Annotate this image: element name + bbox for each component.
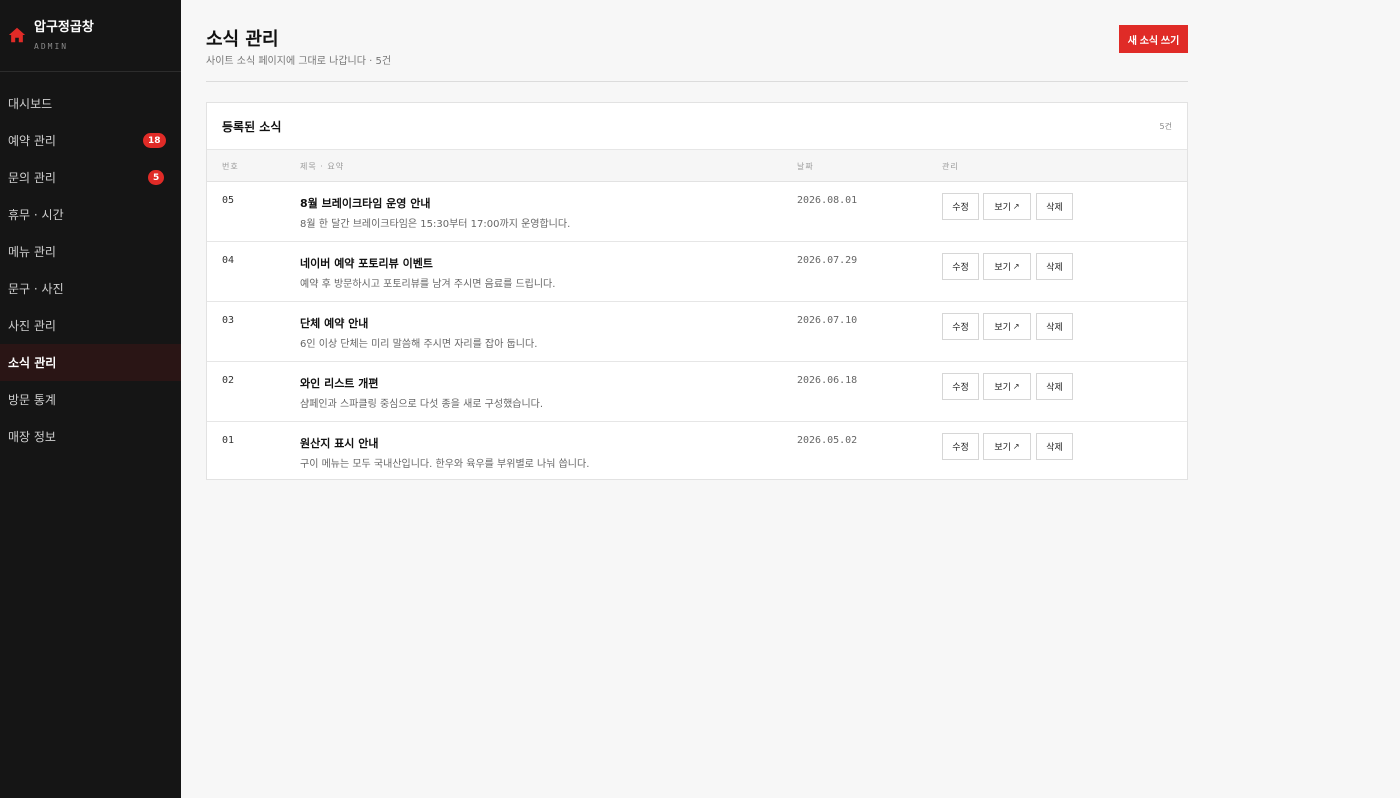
row-date: 2026.07.10 xyxy=(797,315,858,326)
sidebar: 압구정곱창 ADMIN 대시보드 예약 관리 18 문의 관리 5 휴무 · 시… xyxy=(0,0,181,798)
sidebar-item-stats[interactable]: 방문 통계 xyxy=(0,381,181,418)
sidebar-item-label: 휴무 · 시간 xyxy=(8,208,64,222)
delete-button[interactable]: 삭제 xyxy=(1036,193,1073,220)
sidebar-item-label: 문구 · 사진 xyxy=(8,282,64,296)
view-button[interactable]: 보기 ↗ xyxy=(983,253,1031,280)
count-badge: 18 xyxy=(143,133,166,148)
table-row: 05 8월 브레이크타임 운영 안내 8월 한 달간 브레이크타임은 15:30… xyxy=(207,182,1187,242)
external-link-icon: ↗ xyxy=(1012,262,1020,271)
brand[interactable]: 압구정곱창 ADMIN xyxy=(0,0,181,72)
row-summary: 6인 이상 단체는 미리 말씀해 주시면 자리를 잡아 둡니다. xyxy=(300,339,538,350)
column-header-num: 번호 xyxy=(222,162,239,171)
view-button[interactable]: 보기 ↗ xyxy=(983,193,1031,220)
sidebar-item-label: 메뉴 관리 xyxy=(8,245,56,259)
row-summary: 예약 후 방문하시고 포토리뷰를 남겨 주시면 음료를 드립니다. xyxy=(300,279,556,290)
count-badge: 5 xyxy=(148,170,165,185)
delete-button[interactable]: 삭제 xyxy=(1036,313,1073,340)
view-label: 보기 xyxy=(994,322,1011,332)
table-header: 번호 제목 · 요약 날짜 관리 xyxy=(207,150,1187,182)
row-date: 2026.08.01 xyxy=(797,195,858,206)
page-title: 소식 관리 xyxy=(206,29,279,50)
page-subtitle: 사이트 소식 페이지에 그대로 나갑니다 · 5건 xyxy=(206,56,392,67)
sidebar-item-reservations[interactable]: 예약 관리 18 xyxy=(0,122,181,159)
edit-button[interactable]: 수정 xyxy=(942,313,979,340)
sidebar-nav: 대시보드 예약 관리 18 문의 관리 5 휴무 · 시간 메뉴 관리 문구 ·… xyxy=(0,72,181,455)
sidebar-item-label: 대시보드 xyxy=(8,97,53,111)
row-summary: 샴페인과 스파클링 중심으로 다섯 종을 새로 구성했습니다. xyxy=(300,399,544,410)
view-button[interactable]: 보기 ↗ xyxy=(983,373,1031,400)
sidebar-item-menu[interactable]: 메뉴 관리 xyxy=(0,233,181,270)
sidebar-item-photos[interactable]: 사진 관리 xyxy=(0,307,181,344)
sidebar-item-inquiries[interactable]: 문의 관리 5 xyxy=(0,159,181,196)
edit-button[interactable]: 수정 xyxy=(942,193,979,220)
table-row: 03 단체 예약 안내 6인 이상 단체는 미리 말씀해 주시면 자리를 잡아 … xyxy=(207,302,1187,362)
news-table-card: 등록된 소식 5건 번호 제목 · 요약 날짜 관리 05 8월 브레이크타임 … xyxy=(206,102,1188,480)
sidebar-item-hours[interactable]: 휴무 · 시간 xyxy=(0,196,181,233)
row-number: 05 xyxy=(222,195,235,206)
row-date: 2026.07.29 xyxy=(797,255,858,266)
edit-button[interactable]: 수정 xyxy=(942,373,979,400)
edit-button[interactable]: 수정 xyxy=(942,433,979,460)
home-icon xyxy=(8,27,26,43)
row-summary: 구이 메뉴는 모두 국내산입니다. 한우와 육우를 부위별로 나눠 씁니다. xyxy=(300,459,590,470)
external-link-icon: ↗ xyxy=(1012,322,1020,331)
column-header-title: 제목 · 요약 xyxy=(300,162,345,171)
view-label: 보기 xyxy=(994,202,1011,212)
row-title: 8월 브레이크타임 운영 안내 xyxy=(300,197,431,210)
table-row: 01 원산지 표시 안내 구이 메뉴는 모두 국내산입니다. 한우와 육우를 부… xyxy=(207,422,1187,482)
brand-sub: ADMIN xyxy=(34,42,69,51)
view-label: 보기 xyxy=(994,382,1011,392)
row-date: 2026.06.18 xyxy=(797,375,858,386)
table-row: 04 네이버 예약 포토리뷰 이벤트 예약 후 방문하시고 포토리뷰를 남겨 주… xyxy=(207,242,1187,302)
view-label: 보기 xyxy=(994,262,1011,272)
divider xyxy=(206,81,1188,82)
view-button[interactable]: 보기 ↗ xyxy=(983,433,1031,460)
external-link-icon: ↗ xyxy=(1012,442,1020,451)
row-number: 01 xyxy=(222,435,235,446)
column-header-manage: 관리 xyxy=(942,162,959,171)
row-title: 단체 예약 안내 xyxy=(300,317,369,330)
card-count: 5건 xyxy=(1159,121,1172,131)
card-title: 등록된 소식 xyxy=(222,119,282,134)
brand-name: 압구정곱창 xyxy=(34,20,94,35)
external-link-icon: ↗ xyxy=(1012,202,1020,211)
row-number: 04 xyxy=(222,255,235,266)
sidebar-item-copy-photos[interactable]: 문구 · 사진 xyxy=(0,270,181,307)
row-title: 네이버 예약 포토리뷰 이벤트 xyxy=(300,257,433,270)
row-date: 2026.05.02 xyxy=(797,435,858,446)
sidebar-item-dashboard[interactable]: 대시보드 xyxy=(0,85,181,122)
table-row: 02 와인 리스트 개편 샴페인과 스파클링 중심으로 다섯 종을 새로 구성했… xyxy=(207,362,1187,422)
row-summary: 8월 한 달간 브레이크타임은 15:30부터 17:00까지 운영합니다. xyxy=(300,219,571,230)
column-header-date: 날짜 xyxy=(797,162,814,171)
card-header: 등록된 소식 5건 xyxy=(207,103,1187,150)
external-link-icon: ↗ xyxy=(1012,382,1020,391)
delete-button[interactable]: 삭제 xyxy=(1036,433,1073,460)
delete-button[interactable]: 삭제 xyxy=(1036,253,1073,280)
row-title: 원산지 표시 안내 xyxy=(300,437,379,450)
sidebar-item-label: 문의 관리 xyxy=(8,171,56,185)
row-number: 02 xyxy=(222,375,235,386)
sidebar-item-label: 매장 정보 xyxy=(8,430,56,444)
view-button[interactable]: 보기 ↗ xyxy=(983,313,1031,340)
sidebar-item-news[interactable]: 소식 관리 xyxy=(0,344,181,381)
edit-button[interactable]: 수정 xyxy=(942,253,979,280)
delete-button[interactable]: 삭제 xyxy=(1036,373,1073,400)
new-post-button[interactable]: 새 소식 쓰기 xyxy=(1119,25,1188,53)
sidebar-item-store-info[interactable]: 매장 정보 xyxy=(0,418,181,455)
sidebar-item-label: 사진 관리 xyxy=(8,319,56,333)
row-number: 03 xyxy=(222,315,235,326)
row-title: 와인 리스트 개편 xyxy=(300,377,379,390)
sidebar-item-label: 방문 통계 xyxy=(8,393,56,407)
sidebar-item-label: 예약 관리 xyxy=(8,134,56,148)
main-content: 소식 관리 사이트 소식 페이지에 그대로 나갑니다 · 5건 새 소식 쓰기 … xyxy=(181,0,1400,798)
view-label: 보기 xyxy=(994,442,1011,452)
sidebar-item-label: 소식 관리 xyxy=(8,356,57,370)
